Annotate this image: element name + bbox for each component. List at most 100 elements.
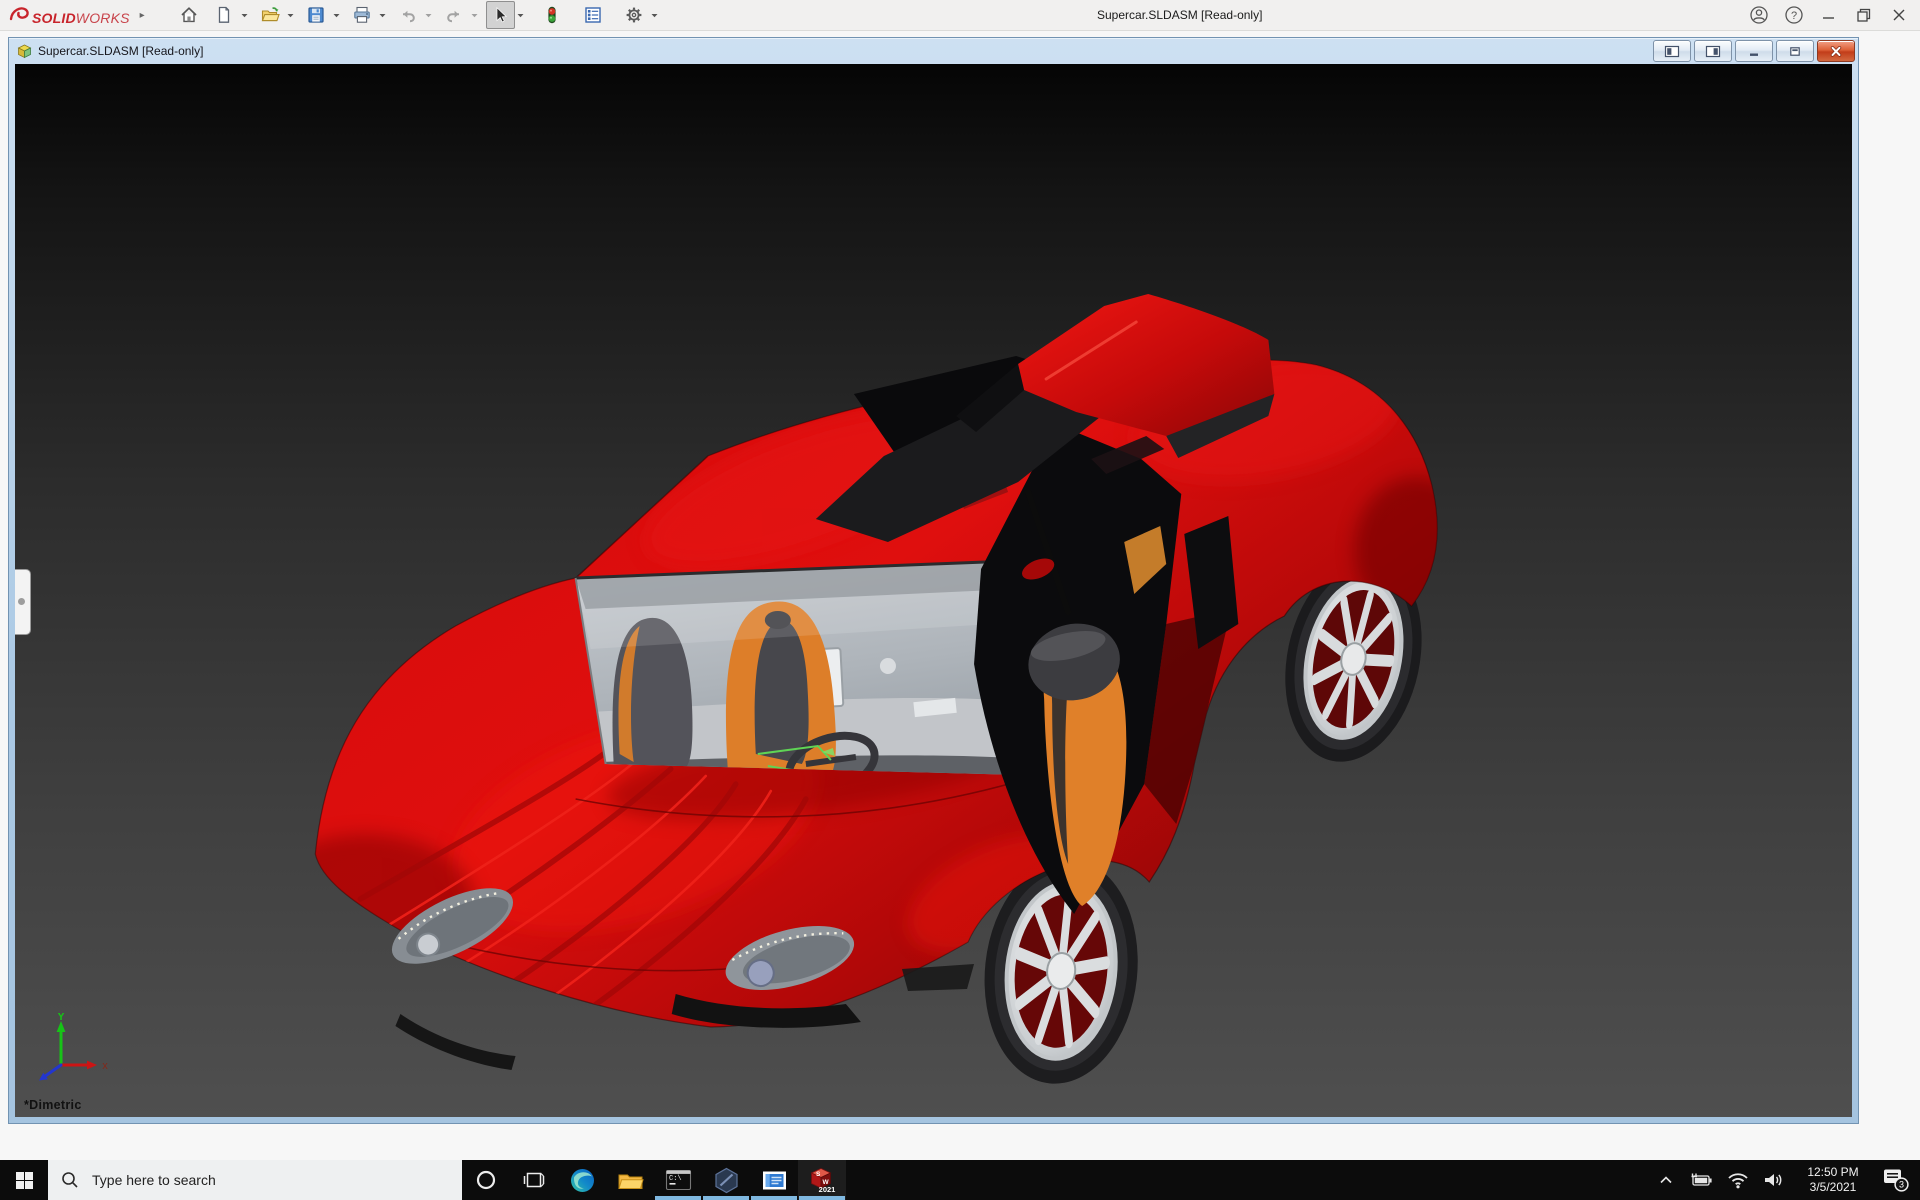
select-tool-dropdown[interactable] [515, 2, 526, 28]
options-dropdown[interactable] [649, 2, 660, 28]
orientation-triad: Y x [39, 1013, 108, 1081]
show-pane-right-button[interactable] [1694, 40, 1732, 62]
rebuild-button[interactable] [538, 1, 567, 29]
close-button[interactable] [1881, 0, 1916, 30]
document-restore-button[interactable] [1776, 40, 1814, 62]
document-window-controls [1653, 40, 1855, 62]
taskbar-app-window[interactable] [750, 1160, 798, 1200]
document-close-button[interactable] [1817, 40, 1855, 62]
toolbar-flyout-arrow[interactable]: ▸ [140, 10, 145, 21]
document-title: Supercar.SLDASM [Read-only] [38, 44, 204, 58]
cursor-arrow-icon [496, 6, 508, 23]
brand-works: WORKS [75, 9, 130, 26]
document-titlebar[interactable]: Supercar.SLDASM [Read-only] [9, 38, 1858, 64]
tray-chevron-button[interactable] [1648, 1160, 1684, 1200]
tray-wifi-button[interactable] [1720, 1160, 1756, 1200]
print-button[interactable] [348, 1, 377, 29]
document-minimize-button[interactable] [1735, 40, 1773, 62]
start-button[interactable] [0, 1160, 48, 1200]
select-tool-button[interactable] [485, 1, 515, 29]
task-view-button[interactable] [510, 1160, 558, 1200]
solidworks-2021-icon: S W 2021 [810, 1168, 836, 1194]
open-app-indicator [799, 1196, 845, 1200]
tray-battery-button[interactable] [1684, 1160, 1720, 1200]
restore-button[interactable] [1846, 0, 1881, 30]
wifi-icon [1728, 1173, 1748, 1189]
file-explorer-icon [617, 1174, 644, 1189]
options-button[interactable] [620, 1, 649, 29]
open-app-indicator [751, 1196, 797, 1200]
app-client-area: Supercar.SLDASM [Read-only] Y x *Dimetri… [0, 31, 1920, 1160]
account-button[interactable] [1741, 0, 1776, 30]
show-pane-left-button[interactable] [1653, 40, 1691, 62]
terminal-icon: C:\ [665, 1169, 691, 1190]
redo-dropdown[interactable] [469, 2, 480, 28]
help-button[interactable]: ? [1776, 0, 1811, 30]
solidworks-app: SOLID WORKS ▸ Supercar.SLDASM [Read-only… [0, 0, 1920, 1200]
new-document-dropdown[interactable] [239, 2, 250, 28]
save-dropdown[interactable] [331, 2, 342, 28]
doc-minimize-icon [1750, 53, 1758, 56]
tray-volume-button[interactable] [1756, 1160, 1792, 1200]
splitter-dot [18, 598, 25, 605]
search-icon [62, 1172, 78, 1188]
file-properties-icon [585, 7, 601, 23]
taskbar-app-terminal[interactable]: C:\ [654, 1160, 702, 1200]
svg-text:?: ? [1790, 10, 1796, 22]
graphics-viewport[interactable]: Y x *Dimetric [15, 64, 1852, 1117]
solidworks-year-badge: 2021 [819, 1185, 836, 1194]
clock-date: 3/5/2021 [1809, 1180, 1857, 1194]
open-button[interactable] [256, 1, 285, 29]
tray-clock[interactable]: 12:50 PM 3/5/2021 [1792, 1165, 1874, 1195]
redo-icon [447, 10, 460, 23]
task-view-icon [523, 1172, 545, 1188]
assembly-document-icon [17, 44, 32, 58]
document-window: Supercar.SLDASM [Read-only] Y x *Dimetri… [8, 37, 1859, 1124]
doc-close-icon [1830, 45, 1842, 57]
notification-icon: 3 [1884, 1169, 1909, 1192]
redo-button[interactable] [440, 1, 469, 29]
print-dropdown[interactable] [377, 2, 388, 28]
open-dropdown[interactable] [285, 2, 296, 28]
featuremanager-collapsed-tab[interactable] [15, 569, 31, 635]
taskbar-app-solidworks[interactable]: S W 2021 [798, 1160, 846, 1200]
gear-icon [626, 7, 642, 23]
cortana-button[interactable] [462, 1160, 510, 1200]
taskbar-app-file-explorer[interactable] [606, 1160, 654, 1200]
minimize-button[interactable] [1811, 0, 1846, 30]
new-document-button[interactable] [210, 1, 239, 29]
triad-x-label: x [102, 1060, 108, 1072]
clock-time: 12:50 PM [1807, 1165, 1859, 1179]
open-folder-icon [261, 7, 280, 22]
brand-solid: SOLID [32, 9, 76, 26]
app-window-controls: ? [1741, 0, 1916, 30]
notification-count: 3 [1899, 1180, 1904, 1190]
pane-left-icon [1664, 45, 1680, 57]
app-titlebar: SOLID WORKS ▸ Supercar.SLDASM [Read-only… [0, 0, 1920, 31]
save-button[interactable] [302, 1, 331, 29]
open-app-indicator [655, 1196, 701, 1200]
solidworks-logo: SOLID WORKS [0, 5, 130, 26]
dassault-swoosh-icon [9, 6, 29, 20]
view-orientation-label: *Dimetric [24, 1098, 82, 1112]
home-button[interactable] [175, 1, 204, 29]
file-properties-button[interactable] [579, 1, 608, 29]
window-app-icon [762, 1171, 786, 1189]
undo-icon [403, 10, 416, 23]
pane-right-icon [1705, 45, 1721, 57]
minimize-icon [1822, 17, 1834, 19]
search-input[interactable] [90, 1171, 424, 1189]
home-icon [181, 7, 197, 23]
system-tray: 12:50 PM 3/5/2021 3 [1648, 1160, 1920, 1200]
undo-button[interactable] [394, 1, 423, 29]
taskbar-search[interactable] [48, 1160, 462, 1200]
taskbar-app-edge[interactable] [558, 1160, 606, 1200]
new-document-icon [219, 6, 230, 23]
windows-taskbar: C:\ [0, 1160, 1920, 1200]
undo-dropdown[interactable] [423, 2, 434, 28]
hexagon-app-icon [714, 1167, 738, 1193]
app-window-title: Supercar.SLDASM [Read-only] [1097, 8, 1263, 22]
taskbar-app-viewer[interactable] [702, 1160, 750, 1200]
action-center-button[interactable]: 3 [1874, 1160, 1920, 1200]
cortana-icon [476, 1170, 496, 1190]
